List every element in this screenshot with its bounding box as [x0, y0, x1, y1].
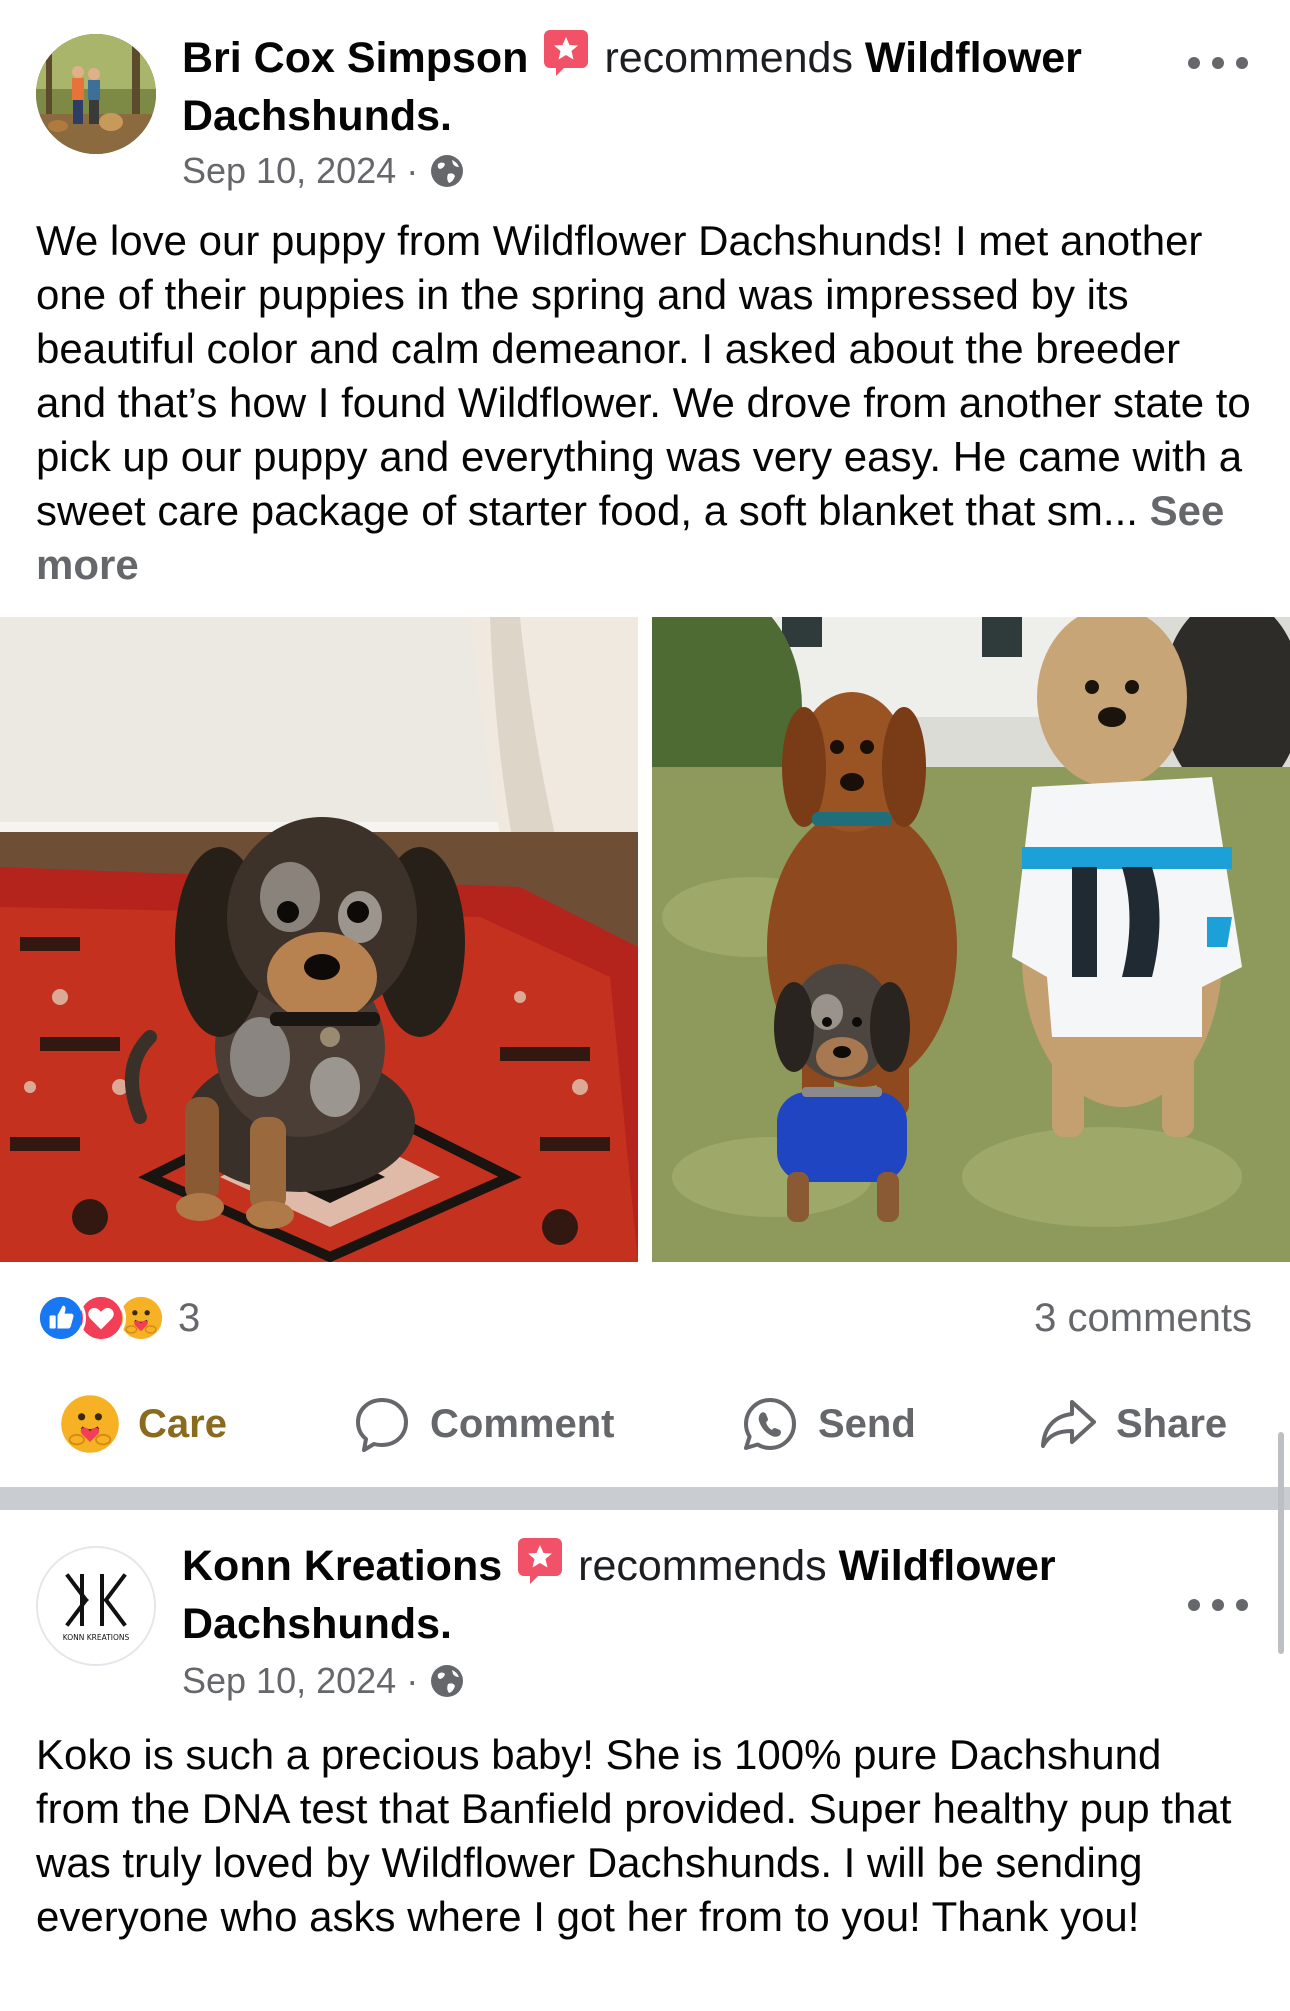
post-card: KONN KREATIONS Konn Kreations recommends … [0, 1510, 1290, 2011]
care-icon [61, 1395, 119, 1453]
care-button[interactable]: Care [60, 1384, 227, 1464]
post-date[interactable]: Sep 10, 2024 [182, 1660, 396, 1702]
post-header: Konn Kreations recommends Wildflower Dach… [182, 1536, 1152, 1653]
post-actions-bar: Care Comment Send Share [0, 1384, 1290, 1464]
post-body: We love our puppy from Wildflower Dachsh… [36, 214, 1256, 592]
reaction-count: 3 [178, 1295, 201, 1340]
author-avatar[interactable]: KONN KREATIONS [36, 1546, 156, 1666]
author-name[interactable]: Konn Kreations [182, 1542, 502, 1590]
avatar-wordmark: KONN KREATIONS [63, 1633, 130, 1642]
post-card: Bri Cox Simpson recommends Wildflower Dac… [0, 0, 1290, 1487]
comments-count-link[interactable]: 3 comments [1034, 1296, 1252, 1341]
meta-separator: · [406, 1660, 419, 1701]
care-label: Care [138, 1401, 227, 1446]
post-photo-dachshund-on-rug[interactable] [0, 617, 638, 1262]
post-photo-three-dogs[interactable] [652, 617, 1290, 1262]
scrollbar[interactable] [1278, 1432, 1284, 1654]
more-options-icon[interactable] [1188, 48, 1248, 78]
more-options-icon[interactable] [1188, 1590, 1248, 1620]
send-label: Send [818, 1401, 916, 1446]
send-button[interactable]: Send [740, 1384, 916, 1464]
recommend-badge-icon [544, 30, 589, 76]
recommend-badge-icon [518, 1538, 563, 1584]
share-label: Share [1116, 1401, 1228, 1446]
author-avatar[interactable] [36, 34, 156, 154]
comment-button[interactable]: Comment [352, 1384, 614, 1464]
share-arrow-icon [1041, 1400, 1096, 1448]
globe-icon [431, 1665, 464, 1697]
post-body: Koko is such a precious baby! She is 100… [36, 1728, 1256, 1944]
whatsapp-icon [744, 1398, 796, 1450]
post-meta: Sep 10, 2024 · [182, 150, 466, 192]
author-name[interactable]: Bri Cox Simpson [182, 34, 528, 82]
recommends-text: recommends [578, 1542, 827, 1590]
comment-icon [356, 1398, 408, 1452]
post-body-text: Koko is such a precious baby! She is 100… [36, 1731, 1232, 1940]
recommends-text: recommends [604, 34, 853, 82]
post-meta: Sep 10, 2024 · [182, 1660, 466, 1702]
comment-label: Comment [430, 1401, 615, 1446]
globe-icon [431, 155, 464, 187]
post-date[interactable]: Sep 10, 2024 [182, 150, 396, 192]
meta-separator: · [406, 150, 419, 191]
post-body-text: We love our puppy from Wildflower Dachsh… [36, 217, 1251, 534]
like-icon [36, 1293, 86, 1343]
reactions-summary[interactable]: 3 [36, 1290, 200, 1346]
feed-divider [0, 1487, 1290, 1510]
share-button[interactable]: Share [1038, 1384, 1227, 1464]
post-header: Bri Cox Simpson recommends Wildflower Dac… [182, 28, 1152, 145]
